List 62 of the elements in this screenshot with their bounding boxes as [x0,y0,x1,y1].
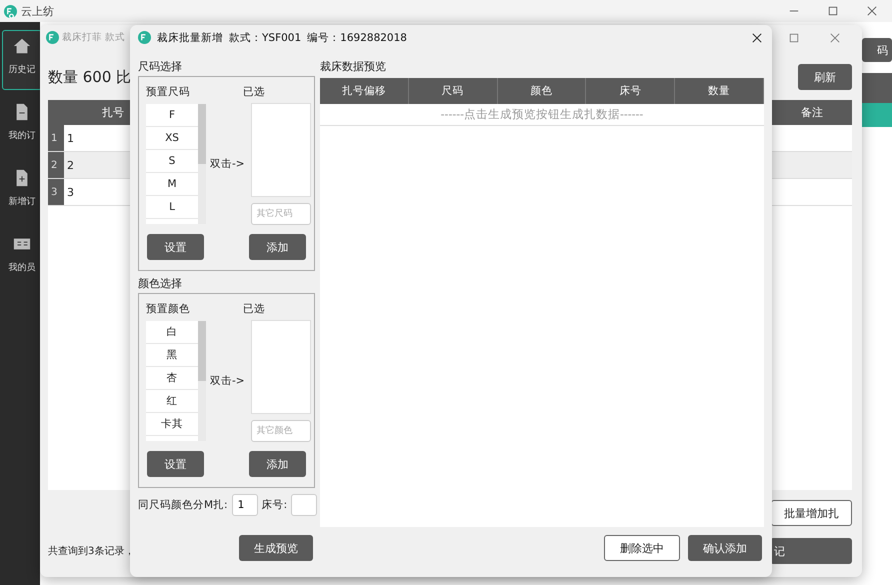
close-icon[interactable] [867,6,877,16]
input-field[interactable]: 其它颜色 [250,420,311,442]
list-label: 已选 [243,302,265,317]
column-header[interactable]: 床号 [586,78,676,104]
table-header [862,73,892,103]
batch-add-button[interactable]: 批量增加扎 [771,500,852,526]
window-title: 裁床打菲 [62,31,102,44]
add-button[interactable]: 添加 [249,234,306,260]
scrollbar[interactable] [198,321,206,441]
section-title: 裁床数据预览 [320,59,387,75]
list-label: 预置尺码 [146,85,190,100]
list-label: 已选 [243,85,265,100]
column-header[interactable]: 扎号偏移 [320,78,409,104]
column-header[interactable]: 数量 [675,78,764,104]
input-field[interactable]: 其它尺码 [250,203,311,225]
scrollbar[interactable] [198,104,206,224]
split-label: 同尺码颜色分M扎: [138,498,228,512]
column-header[interactable]: 备注 [772,105,852,120]
confirm-add-button[interactable]: 确认添加 [688,535,762,561]
input-field[interactable]: 1 [232,494,258,516]
settings-button[interactable]: 设置 [147,234,204,260]
row-number: 2 [48,152,64,178]
hint-text: 双击-> [210,374,245,388]
sidebar-item[interactable]: 我的订 [2,96,42,156]
window-title: 云上纺 [21,4,54,18]
row-number: 1 [48,125,64,151]
column-header[interactable]: 颜色 [498,78,586,104]
refresh-button[interactable]: 刷新 [798,64,852,90]
home-icon [13,37,31,55]
row-number: 3 [48,179,64,205]
sidebar-item[interactable]: 历史记 [2,30,42,90]
table-cell-text: 3 [66,186,75,198]
maximize-icon[interactable] [828,6,838,16]
generate-preview-button[interactable]: 生成预览 [239,535,313,561]
logo-icon [46,31,59,44]
hint-text: 双击-> [210,157,245,171]
window-subtitle: 款式 [105,31,125,44]
window-title: 裁床批量新增 [157,30,223,44]
maximize-icon[interactable] [789,32,799,42]
table-cell-text: 2 [66,158,75,172]
record-count-text: 共查询到3条记录， [48,544,134,558]
logo-icon [4,4,17,18]
side-button[interactable]: 码 [862,38,892,62]
table-cell-text: 1 [66,132,75,144]
logo-icon [138,31,151,44]
empty-table-message: ------点击生成预览按钮生成扎数据------ [440,107,644,122]
delete-selected-button[interactable]: 删除选中 [604,535,680,561]
bed-label: 床号: [262,498,288,512]
list-label: 预置颜色 [146,302,190,317]
number-label: 编号：1692882018 [307,30,407,44]
settings-button[interactable]: 设置 [147,451,204,477]
register-button[interactable]: 记 [770,538,852,564]
style-label: 款式：YSF001 [229,30,302,44]
close-icon[interactable] [752,32,762,42]
input-field[interactable] [291,494,318,516]
column-header[interactable]: 尺码 [408,78,498,104]
group-title: 尺码选择 [138,59,183,75]
group-title: 颜色选择 [138,276,183,292]
summary-text: 数量 600 比 [48,68,132,86]
add-button[interactable]: 添加 [249,451,306,477]
sidebar-item[interactable]: 新增订 [2,162,42,222]
sidebar-item[interactable]: 我的员 [2,228,42,288]
